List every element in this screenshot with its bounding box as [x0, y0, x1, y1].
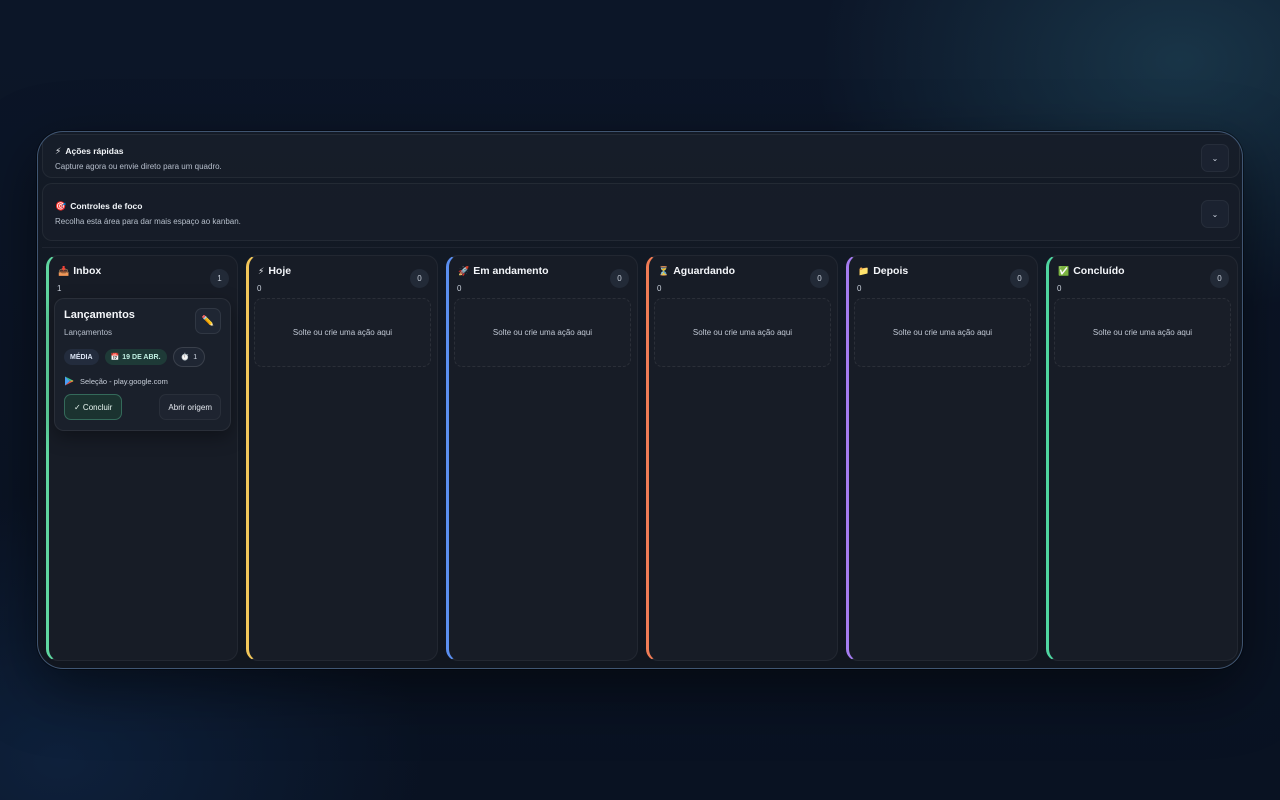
column-count: 0	[657, 284, 662, 293]
task-source: Seleção - play.google.com	[64, 376, 168, 386]
task-card[interactable]: Lançamentos Lançamentos ✏️ MÉDIA 📅 19 DE…	[54, 298, 231, 431]
column-header: ⚡ Hoje	[258, 265, 291, 277]
column-aguardando: ⏳ Aguardando 0 0 Solte ou crie uma ação …	[646, 255, 838, 661]
lightning-icon: ⚡	[258, 265, 265, 276]
quick-actions-title-label: Ações rápidas	[65, 146, 124, 156]
kanban-board: 📥 Inbox 1 1 Lançamentos Lançamentos ✏️ M…	[42, 247, 1240, 666]
chevron-down-icon: ⌄	[1211, 209, 1219, 219]
timer-badge[interactable]: ⏱️ 1	[172, 347, 206, 367]
complete-button[interactable]: ✓ Concluir	[64, 394, 123, 420]
column-count-badge: 0	[810, 269, 829, 288]
app-shell: ⚡ Ações rápidas Capture agora ou envie d…	[37, 131, 1243, 669]
pencil-icon: ✏️	[201, 315, 215, 327]
column-title: Depois	[873, 265, 909, 277]
rocket-icon: 🚀	[458, 265, 470, 276]
column-count-badge: 0	[410, 269, 429, 288]
quick-actions-toggle-button[interactable]: ⌄	[1201, 144, 1229, 172]
task-tags: MÉDIA 📅 19 DE ABR. ⏱️ 1	[64, 347, 206, 367]
column-depois: 📁 Depois 0 0 Solte ou crie uma ação aqui	[846, 255, 1038, 661]
task-subtitle: Lançamentos	[64, 328, 113, 337]
task-title: Lançamentos	[64, 309, 135, 321]
due-date-label: 19 DE ABR.	[122, 353, 161, 361]
focus-controls-subtitle: Recolha esta área para dar mais espaço a…	[55, 217, 241, 226]
drop-zone[interactable]: Solte ou crie uma ação aqui	[854, 298, 1031, 367]
column-title: Inbox	[73, 265, 102, 277]
column-title: Aguardando	[673, 265, 736, 277]
hourglass-icon: ⏳	[658, 265, 670, 276]
focus-controls-title: 🎯 Controles de foco	[55, 201, 142, 211]
drop-zone[interactable]: Solte ou crie uma ação aqui	[1054, 298, 1231, 367]
chevron-down-icon: ⌄	[1211, 153, 1219, 163]
column-count: 0	[1057, 284, 1062, 293]
column-count: 0	[457, 284, 462, 293]
edit-task-button[interactable]: ✏️	[195, 308, 221, 334]
column-header: 📥 Inbox	[58, 265, 101, 277]
column-count-badge: 1	[210, 269, 229, 288]
due-date-badge: 📅 19 DE ABR.	[104, 349, 167, 365]
column-count: 0	[257, 284, 262, 293]
column-count: 0	[857, 284, 862, 293]
column-header: ✅ Concluído	[1058, 265, 1125, 277]
column-header: 📁 Depois	[858, 265, 908, 277]
column-header: ⏳ Aguardando	[658, 265, 735, 277]
focus-controls-title-label: Controles de foco	[70, 201, 143, 211]
open-source-button[interactable]: Abrir origem	[159, 394, 221, 420]
column-inbox: 📥 Inbox 1 1 Lançamentos Lançamentos ✏️ M…	[46, 255, 238, 661]
quick-actions-panel: ⚡ Ações rápidas Capture agora ou envie d…	[42, 134, 1240, 178]
inbox-tray-icon: 📥	[58, 265, 70, 276]
timer-count: 1	[193, 353, 198, 361]
target-icon: 🎯	[55, 200, 67, 211]
column-hoje: ⚡ Hoje 0 0 Solte ou crie uma ação aqui	[246, 255, 438, 661]
check-mark-icon: ✅	[1058, 265, 1070, 276]
drop-zone[interactable]: Solte ou crie uma ação aqui	[454, 298, 631, 367]
column-count: 1	[57, 284, 62, 293]
stopwatch-icon: ⏱️	[180, 354, 190, 361]
column-title: Hoje	[268, 265, 292, 277]
folder-icon: 📁	[858, 265, 870, 276]
column-title: Em andamento	[473, 265, 549, 277]
focus-controls-panel: 🎯 Controles de foco Recolha esta área pa…	[42, 183, 1240, 241]
quick-actions-subtitle: Capture agora ou envie direto para um qu…	[55, 162, 222, 171]
priority-badge: MÉDIA	[64, 349, 99, 365]
column-count-badge: 0	[610, 269, 629, 288]
google-play-icon	[65, 376, 74, 386]
quick-actions-title: ⚡ Ações rápidas	[55, 146, 123, 156]
column-em-andamento: 🚀 Em andamento 0 0 Solte ou crie uma açã…	[446, 255, 638, 661]
lightning-icon: ⚡	[55, 145, 62, 156]
column-header: 🚀 Em andamento	[458, 265, 548, 277]
drop-zone[interactable]: Solte ou crie uma ação aqui	[254, 298, 431, 367]
task-source-label: Seleção - play.google.com	[80, 376, 168, 386]
focus-controls-toggle-button[interactable]: ⌄	[1201, 200, 1229, 228]
column-count-badge: 0	[1010, 269, 1029, 288]
calendar-icon: 📅	[110, 354, 120, 361]
drop-zone[interactable]: Solte ou crie uma ação aqui	[654, 298, 831, 367]
column-concluido: ✅ Concluído 0 0 Solte ou crie uma ação a…	[1046, 255, 1238, 661]
column-title: Concluído	[1073, 265, 1125, 277]
column-count-badge: 0	[1210, 269, 1229, 288]
